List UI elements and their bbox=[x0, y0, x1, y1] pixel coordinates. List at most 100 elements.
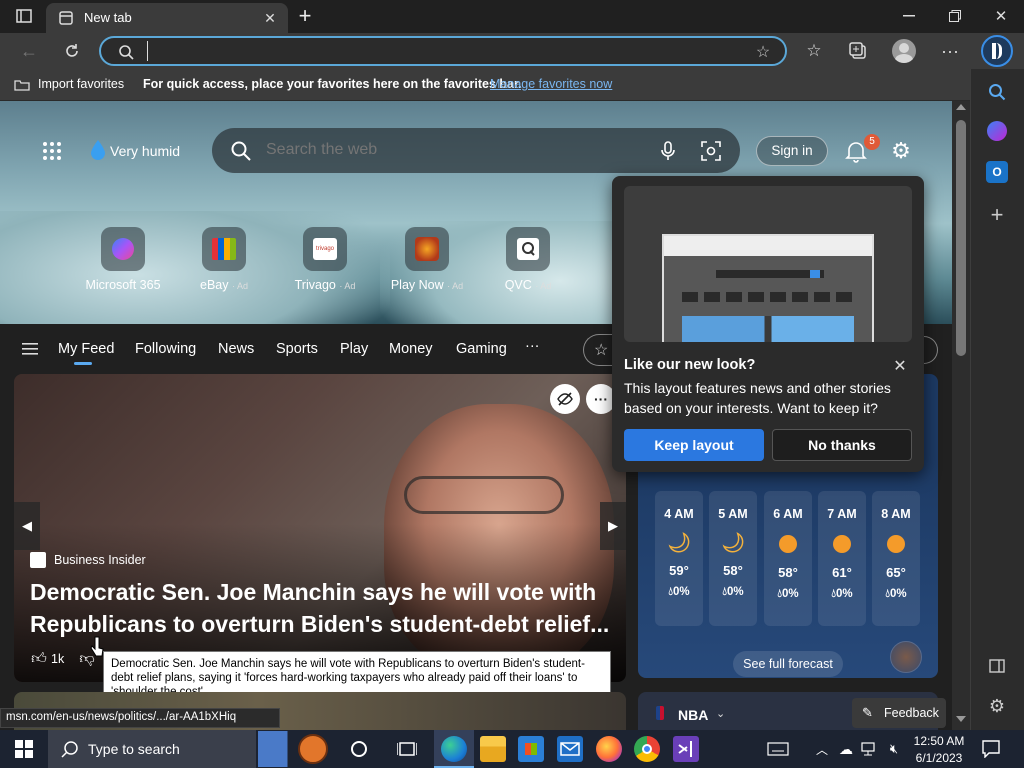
nav-sports[interactable]: Sports bbox=[276, 341, 318, 357]
shortcut-label: Trivago · Ad bbox=[294, 278, 356, 292]
address-bar[interactable]: ☆ bbox=[99, 36, 787, 66]
hide-story-button[interactable] bbox=[550, 384, 580, 414]
notification-center-icon[interactable] bbox=[980, 738, 1002, 760]
weather-map-thumbnail[interactable] bbox=[890, 641, 922, 673]
bing-chat-icon[interactable] bbox=[981, 35, 1013, 67]
ebay-bag-icon bbox=[212, 238, 236, 260]
like-thumbs-up-icon[interactable]: 👍︎ bbox=[30, 650, 48, 668]
nav-gaming[interactable]: Gaming bbox=[456, 341, 507, 357]
tab-actions-icon[interactable] bbox=[14, 7, 34, 25]
restore-button[interactable] bbox=[944, 6, 966, 26]
keep-layout-button[interactable]: Keep layout bbox=[624, 429, 764, 461]
mouse-cursor-hand-icon bbox=[90, 636, 104, 658]
scroll-up-arrow[interactable] bbox=[956, 104, 966, 110]
hourly-forecast-item: 6 AM 58° 💧︎0% bbox=[764, 491, 812, 626]
firefox-icon[interactable] bbox=[596, 736, 622, 762]
microphone-icon[interactable] bbox=[658, 140, 678, 162]
search-icon bbox=[117, 43, 135, 61]
nav-more-button[interactable]: ··· bbox=[525, 338, 540, 354]
shortcut-ebay[interactable] bbox=[202, 227, 246, 271]
shortcut-trivago[interactable]: trivago bbox=[303, 227, 347, 271]
sun-icon bbox=[779, 535, 797, 553]
apps-launcher-icon[interactable] bbox=[40, 139, 64, 163]
sidebar-copilot-icon[interactable] bbox=[987, 121, 1007, 141]
search-icon bbox=[60, 739, 80, 759]
sun-icon bbox=[887, 535, 905, 553]
chrome-icon[interactable] bbox=[634, 736, 660, 762]
visual-search-icon[interactable] bbox=[700, 140, 722, 162]
web-search-input[interactable] bbox=[266, 139, 646, 161]
search-highlight-basketball-icon[interactable] bbox=[258, 731, 332, 767]
address-input[interactable] bbox=[147, 41, 707, 61]
carousel-next-button[interactable]: ▶ bbox=[600, 502, 626, 550]
sidebar-outlook-icon[interactable]: O bbox=[986, 161, 1008, 183]
menu-hamburger-icon[interactable] bbox=[20, 340, 40, 358]
keyboard-icon[interactable] bbox=[766, 740, 790, 758]
manage-favorites-link[interactable]: Manage favorites now bbox=[490, 77, 612, 91]
favorites-icon[interactable]: ☆ bbox=[803, 40, 825, 62]
nav-news[interactable]: News bbox=[218, 341, 254, 357]
featured-article-card[interactable]: ··· ◀ ▶ Business Insider Democratic Sen.… bbox=[14, 374, 626, 682]
sidebar-search-icon[interactable] bbox=[985, 80, 1009, 104]
shortcut-qvc[interactable] bbox=[506, 227, 550, 271]
sign-in-button[interactable]: Sign in bbox=[756, 136, 828, 166]
nav-following[interactable]: Following bbox=[135, 341, 196, 357]
nav-my-feed[interactable]: My Feed bbox=[58, 341, 114, 357]
cortana-icon[interactable] bbox=[348, 738, 370, 760]
taskbar-search-placeholder: Type to search bbox=[88, 741, 180, 757]
close-tab-icon[interactable]: ✕ bbox=[262, 10, 278, 26]
task-view-icon[interactable] bbox=[396, 738, 418, 760]
profile-avatar[interactable] bbox=[892, 39, 916, 63]
no-thanks-button[interactable]: No thanks bbox=[772, 429, 912, 461]
taskbar-search-box[interactable]: Type to search bbox=[48, 730, 256, 768]
tab-new-tab[interactable]: New tab ✕ bbox=[46, 3, 288, 33]
close-window-button[interactable]: ✕ bbox=[990, 6, 1012, 26]
volume-muted-icon[interactable]: 🔇︎ bbox=[884, 740, 904, 758]
file-explorer-icon[interactable] bbox=[480, 736, 506, 762]
collections-icon[interactable] bbox=[847, 40, 869, 62]
network-icon[interactable] bbox=[860, 740, 880, 758]
feedback-button[interactable]: ✎ Feedback bbox=[852, 698, 946, 728]
shortcut-play-now[interactable] bbox=[405, 227, 449, 271]
source-logo-icon bbox=[30, 552, 46, 568]
hourly-forecast-item: 5 AM 🌙︎ 58° 💧︎0% bbox=[709, 491, 757, 626]
new-tab-button[interactable]: + bbox=[294, 3, 316, 28]
settings-more-icon[interactable]: ··· bbox=[938, 40, 962, 62]
shortcut-microsoft365[interactable] bbox=[101, 227, 145, 271]
back-button[interactable]: ← bbox=[18, 40, 40, 62]
weather-summary[interactable]: Very humid bbox=[110, 143, 180, 159]
scrollbar-thumb[interactable] bbox=[956, 120, 966, 356]
import-favorites-link[interactable]: Import favorites bbox=[38, 77, 124, 91]
chevron-down-icon[interactable]: ⌄ bbox=[716, 707, 725, 720]
carousel-prev-button[interactable]: ◀ bbox=[14, 502, 40, 550]
scroll-down-arrow[interactable] bbox=[956, 716, 966, 722]
nav-play[interactable]: Play bbox=[340, 341, 368, 357]
import-favorites-icon bbox=[13, 76, 31, 92]
visual-studio-icon[interactable] bbox=[673, 736, 699, 762]
play-now-game-icon bbox=[415, 237, 439, 261]
page-settings-gear-icon[interactable]: ⚙ bbox=[888, 138, 914, 164]
like-count: 1k bbox=[51, 652, 65, 666]
new-look-popup: Like our new look? ✕ This layout feature… bbox=[612, 176, 924, 472]
microsoft-store-icon[interactable] bbox=[518, 736, 544, 762]
popup-title: Like our new look? bbox=[624, 357, 756, 373]
sidebar-hide-icon[interactable] bbox=[985, 655, 1009, 677]
taskbar-date: 6/1/2023 bbox=[915, 751, 963, 765]
onedrive-cloud-icon[interactable]: ☁ bbox=[836, 740, 856, 758]
mail-icon[interactable] bbox=[557, 736, 583, 762]
show-hidden-icons-chevron[interactable]: ︿ bbox=[814, 740, 830, 758]
windows-start-icon[interactable] bbox=[12, 738, 36, 760]
minimize-button[interactable] bbox=[898, 6, 920, 26]
sidebar-settings-icon[interactable]: ⚙ bbox=[985, 694, 1009, 718]
hourly-forecast-item: 4 AM 🌙︎ 59° 💧︎0% bbox=[655, 491, 703, 626]
add-favorite-icon[interactable]: ☆ bbox=[753, 42, 773, 62]
refresh-button[interactable] bbox=[61, 40, 83, 62]
layout-preview-image bbox=[624, 186, 912, 342]
see-full-forecast-button[interactable]: See full forecast bbox=[733, 651, 843, 677]
article-headline[interactable]: Democratic Sen. Joe Manchin says he will… bbox=[30, 576, 610, 640]
nav-money[interactable]: Money bbox=[389, 341, 433, 357]
popup-close-icon[interactable]: ✕ bbox=[890, 356, 910, 376]
sidebar-add-icon[interactable]: + bbox=[985, 202, 1009, 227]
web-search-box[interactable] bbox=[212, 128, 740, 173]
qvc-logo-icon bbox=[517, 238, 539, 260]
